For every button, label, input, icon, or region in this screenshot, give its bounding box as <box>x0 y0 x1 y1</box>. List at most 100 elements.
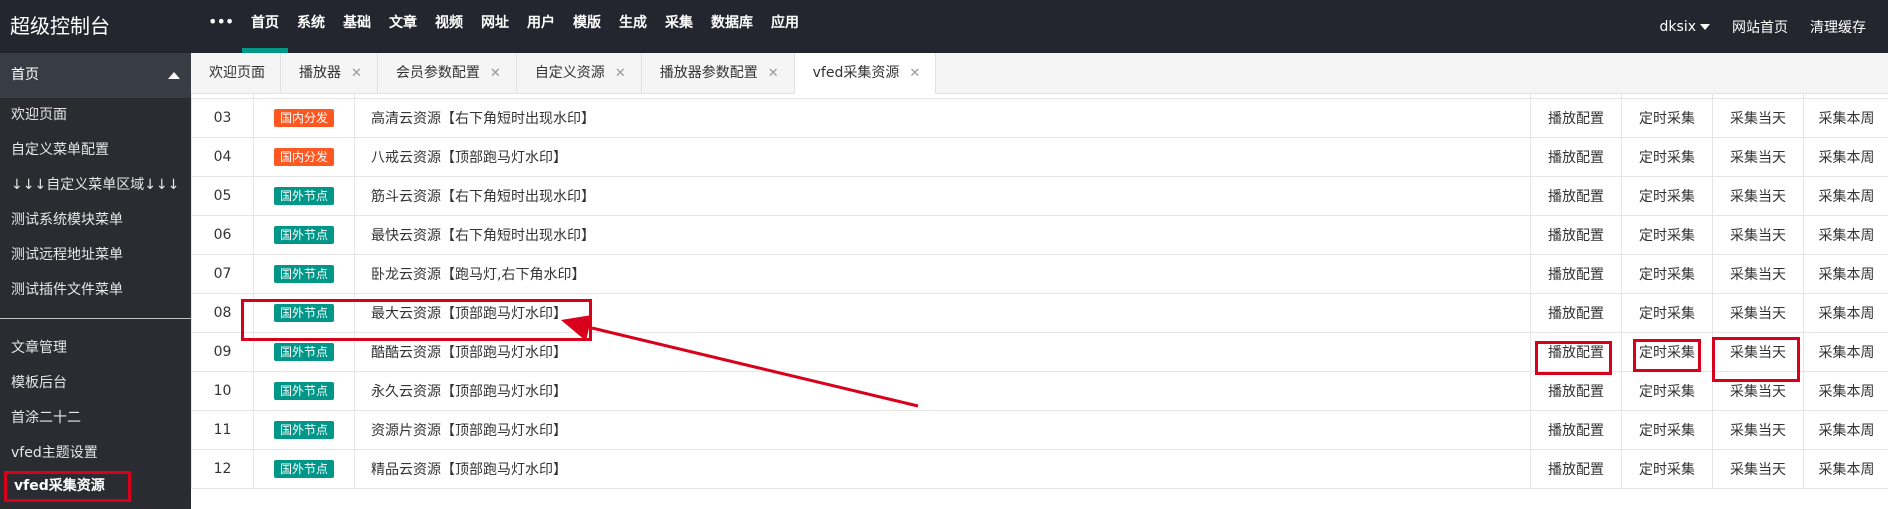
top-nav-item[interactable]: 应用 <box>762 0 808 53</box>
top-bar: 超级控制台 ••• 首页 系统 基础 文章 视频 网址 用户 模版 生成 采集 数据库 应用 dksi… <box>0 0 1888 53</box>
close-icon[interactable]: ✕ <box>490 66 501 81</box>
action-button[interactable]: 采集本周 <box>1819 345 1875 361</box>
action-cell: 播放配置 <box>1530 98 1622 138</box>
top-nav-item[interactable]: 数据库 <box>702 0 762 53</box>
action-button[interactable]: 采集当天 <box>1730 150 1786 166</box>
action-button[interactable]: 采集当天 <box>1730 384 1786 400</box>
clear-cache-link[interactable]: 清理缓存 <box>1810 17 1866 37</box>
top-nav-item[interactable]: 视频 <box>426 0 472 53</box>
action-button[interactable]: 采集当天 <box>1730 306 1786 322</box>
action-button[interactable]: 采集本周 <box>1819 228 1875 244</box>
action-button[interactable]: 播放配置 <box>1548 267 1604 283</box>
action-button[interactable]: 定时采集 <box>1639 462 1695 478</box>
sidebar-item[interactable]: 测试远程地址菜单 <box>0 238 191 273</box>
more-icon[interactable]: ••• <box>208 12 234 31</box>
tab-label: 自定义资源 <box>534 65 605 81</box>
sidebar-header[interactable]: 首页 <box>0 53 191 98</box>
action-button[interactable]: 定时采集 <box>1639 111 1695 127</box>
action-button[interactable]: 播放配置 <box>1548 345 1604 361</box>
status-badge: 国内分发 <box>273 148 334 166</box>
sidebar-item[interactable]: 欢迎页面 <box>0 98 191 133</box>
close-icon[interactable]: ✕ <box>351 66 362 81</box>
sidebar-item[interactable]: 模板后台 <box>0 366 191 401</box>
top-nav-item[interactable]: 生成 <box>610 0 656 53</box>
top-nav-item[interactable]: 采集 <box>656 0 702 53</box>
action-button[interactable]: 采集本周 <box>1819 384 1875 400</box>
action-button[interactable]: 播放配置 <box>1548 111 1604 127</box>
action-button[interactable]: 采集本周 <box>1819 150 1875 166</box>
tab-item[interactable]: 会员参数配置 ✕ <box>378 53 517 94</box>
top-nav-item[interactable]: 系统 <box>288 0 334 53</box>
action-button[interactable]: 定时采集 <box>1639 345 1695 361</box>
sidebar-item-vfed-collect[interactable]: vfed采集资源 <box>4 471 131 502</box>
action-button[interactable]: 采集当天 <box>1730 111 1786 127</box>
action-button[interactable]: 定时采集 <box>1639 384 1695 400</box>
sidebar-item[interactable]: 自定义菜单配置 <box>0 133 191 168</box>
sidebar-item[interactable]: vfed主题设置 <box>0 436 191 471</box>
sidebar-item[interactable]: ↓↓↓自定义菜单区域↓↓↓ <box>0 168 191 203</box>
action-button[interactable]: 定时采集 <box>1639 423 1695 439</box>
action-button[interactable]: 采集本周 <box>1819 462 1875 478</box>
sidebar-item[interactable]: 首涂二十二 <box>0 401 191 436</box>
action-cell: 采集当天 <box>1712 137 1804 177</box>
close-icon[interactable]: ✕ <box>615 66 626 81</box>
action-cell: 播放配置 <box>1530 137 1622 177</box>
row-tag-cell: 国内分发 <box>253 137 355 177</box>
tab-item[interactable]: 欢迎页面 <box>191 53 281 94</box>
action-button[interactable]: 定时采集 <box>1639 228 1695 244</box>
action-button[interactable]: 播放配置 <box>1548 384 1604 400</box>
resource-name: 精品云资源【顶部跑马灯水印】 <box>354 449 1531 489</box>
top-nav-item[interactable]: 基础 <box>334 0 380 53</box>
action-button[interactable]: 采集当天 <box>1730 423 1786 439</box>
action-button[interactable]: 播放配置 <box>1548 189 1604 205</box>
action-cell: 采集当天 <box>1712 371 1804 411</box>
site-home-link[interactable]: 网站首页 <box>1732 17 1788 37</box>
action-button[interactable]: 采集当天 <box>1730 462 1786 478</box>
action-cell: 播放配置 <box>1530 293 1622 333</box>
action-button[interactable]: 采集本周 <box>1819 267 1875 283</box>
action-button[interactable]: 播放配置 <box>1548 423 1604 439</box>
row-number: 08 <box>191 293 254 333</box>
action-button[interactable]: 播放配置 <box>1548 150 1604 166</box>
close-icon[interactable]: ✕ <box>768 66 779 81</box>
action-button[interactable]: 定时采集 <box>1639 189 1695 205</box>
tab-item[interactable]: 播放器 ✕ <box>281 53 378 94</box>
action-button[interactable]: 定时采集 <box>1639 267 1695 283</box>
row-tag-cell: 国外节点 <box>253 332 355 372</box>
table-row: 06 国外节点 最快云资源【右下角短时出现水印】 播放配置 定时采集 采集当天 采集本周 <box>191 215 1888 255</box>
tab-item[interactable]: 播放器参数配置 ✕ <box>642 53 795 94</box>
action-button[interactable]: 采集当天 <box>1730 345 1786 361</box>
action-button[interactable]: 采集本周 <box>1819 423 1875 439</box>
action-button[interactable]: 采集当天 <box>1730 189 1786 205</box>
table-row: 03 国内分发 高清云资源【右下角短时出现水印】 播放配置 定时采集 采集当天 采集本周 <box>191 98 1888 138</box>
row-number: 06 <box>191 215 254 255</box>
close-icon[interactable]: ✕ <box>909 66 920 81</box>
chevron-down-icon <box>1700 23 1710 30</box>
top-nav-item[interactable]: 文章 <box>380 0 426 53</box>
action-button[interactable]: 定时采集 <box>1639 306 1695 322</box>
action-button[interactable]: 播放配置 <box>1548 306 1604 322</box>
action-button[interactable]: 采集本周 <box>1819 111 1875 127</box>
top-nav-item[interactable]: 网址 <box>472 0 518 53</box>
user-menu[interactable]: dksix <box>1660 19 1710 35</box>
user-name: dksix <box>1659 18 1696 35</box>
top-nav-item[interactable]: 用户 <box>518 0 564 53</box>
action-button[interactable]: 采集本周 <box>1819 189 1875 205</box>
action-cell: 采集本周 <box>1803 98 1888 138</box>
action-button[interactable]: 播放配置 <box>1548 228 1604 244</box>
sidebar-item[interactable]: 测试系统模块菜单 <box>0 203 191 238</box>
tab-item[interactable]: vfed采集资源 ✕ <box>794 53 937 94</box>
action-button[interactable]: 定时采集 <box>1639 150 1695 166</box>
top-nav-item[interactable]: 首页 <box>242 0 288 53</box>
tab-label: 欢迎页面 <box>209 65 265 81</box>
action-button[interactable]: 播放配置 <box>1548 462 1604 478</box>
sidebar-item[interactable]: 测试插件文件菜单 <box>0 273 191 308</box>
action-button[interactable]: 采集当天 <box>1730 228 1786 244</box>
tab-item[interactable]: 自定义资源 ✕ <box>517 53 642 94</box>
action-button[interactable]: 采集本周 <box>1819 306 1875 322</box>
action-button[interactable]: 采集当天 <box>1730 267 1786 283</box>
top-right: dksix 网站首页 清理缓存 <box>1660 0 1888 53</box>
top-nav-item[interactable]: 模版 <box>564 0 610 53</box>
sidebar-item[interactable]: 文章管理 <box>0 331 191 366</box>
action-cell: 采集本周 <box>1803 254 1888 294</box>
